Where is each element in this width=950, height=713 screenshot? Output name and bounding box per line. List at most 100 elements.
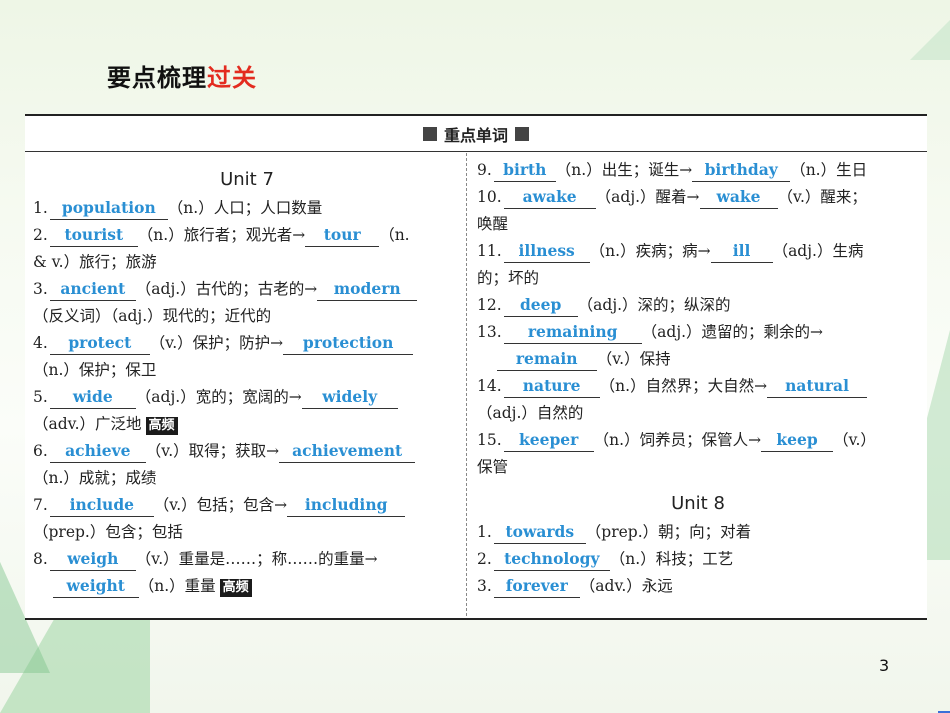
- word-entry-2-continued: & v.）旅行；旅游: [33, 249, 461, 276]
- answer-blank[interactable]: protect: [49, 333, 150, 355]
- entry-number: 13.: [477, 323, 502, 341]
- entry-text: （adj.）醒着→: [595, 188, 700, 206]
- entry-number: 6.: [33, 442, 48, 460]
- entry-number: 15.: [477, 431, 502, 449]
- answer-blank[interactable]: ill: [710, 241, 773, 263]
- unit8-entry-1: 1. towards （prep.）朝；向；对着: [477, 519, 919, 546]
- entry-number: 8.: [33, 550, 48, 568]
- entry-text: （n.）疾病；病→: [589, 242, 711, 260]
- square-bullet-icon: [422, 126, 437, 141]
- entry-text: （adj.）宽的；宽阔的→: [135, 388, 302, 406]
- entry-number: 3.: [33, 280, 48, 298]
- word-entry-13: 13. remaining （adj.）遗留的；剩余的→: [477, 319, 919, 346]
- answer-blank[interactable]: modern: [317, 279, 418, 301]
- entry-text: （n.）旅行者；观光者→: [137, 226, 306, 244]
- answer-blank[interactable]: including: [287, 495, 406, 517]
- word-entry-5-continued: （adv.）广泛地 高频: [33, 411, 461, 438]
- word-entry-12: 12. deep （adj.）深的；纵深的: [477, 292, 919, 319]
- entry-text: （n.: [379, 226, 410, 244]
- entry-text: （n.）人口；人口数量: [167, 199, 323, 217]
- word-entry-3-continued: （反义词）（adj.）现代的；近代的: [33, 303, 461, 330]
- entry-text: （adj.）古代的；古老的→: [135, 280, 318, 298]
- word-entry-8: 8. weigh （v.）重量是……；称……的重量→: [33, 546, 461, 573]
- entry-number: 4.: [33, 334, 48, 352]
- title-black-part: 要点梳理: [107, 64, 207, 92]
- entry-text: （v.）包括；包含→: [153, 496, 288, 514]
- word-entry-4: 4. protect （v.）保护；防护→ protection: [33, 330, 461, 357]
- answer-blank[interactable]: keeper: [503, 430, 594, 452]
- page-title: 要点梳理过关: [107, 58, 257, 93]
- answer-blank[interactable]: natural: [767, 376, 868, 398]
- entry-text: （n.）生日: [790, 161, 868, 179]
- answer-blank[interactable]: achievement: [279, 441, 416, 463]
- entry-number: 7.: [33, 496, 48, 514]
- answer-blank[interactable]: ancient: [49, 279, 136, 301]
- panel-header: 重点单词: [25, 116, 927, 152]
- word-entry-15-continued: 保管: [477, 454, 919, 481]
- answer-blank[interactable]: deep: [503, 295, 578, 317]
- square-bullet-icon: [515, 126, 529, 141]
- entry-text: 唤醒: [477, 215, 509, 233]
- answer-blank[interactable]: wake: [699, 187, 778, 209]
- answer-blank[interactable]: protection: [283, 333, 414, 355]
- answer-blank[interactable]: population: [49, 198, 168, 220]
- answer-blank[interactable]: tourist: [49, 225, 138, 247]
- word-entry-14: 14. nature （n.）自然界；大自然→ natural: [477, 373, 919, 400]
- entry-text: （prep.）朝；向；对着: [585, 523, 752, 541]
- entry-number: 11.: [477, 242, 502, 260]
- answer-blank[interactable]: towards: [493, 522, 586, 544]
- answer-blank[interactable]: achieve: [49, 441, 146, 463]
- answer-blank[interactable]: illness: [503, 241, 590, 263]
- unit8-entry-3: 3. forever （adv.）永远: [477, 573, 919, 600]
- unit-7-title: Unit 7: [220, 169, 274, 190]
- word-entry-1: 1. population （n.）人口；人口数量: [33, 195, 461, 222]
- entry-number: 1.: [33, 199, 48, 217]
- entry-number: 14.: [477, 377, 502, 395]
- column-divider: [466, 153, 467, 616]
- answer-blank[interactable]: weigh: [49, 549, 136, 571]
- word-entry-9: 9. birth （n.）出生；诞生→ birthday （n.）生日: [477, 157, 919, 184]
- entry-text: （n.）科技；工艺: [609, 550, 734, 568]
- answer-blank[interactable]: widely: [301, 387, 398, 409]
- answer-blank[interactable]: weight: [52, 576, 139, 598]
- word-entry-11-continued: 的；坏的: [477, 265, 919, 292]
- answer-blank[interactable]: include: [49, 495, 154, 517]
- answer-blank[interactable]: remaining: [503, 322, 642, 344]
- corner-line: [938, 705, 950, 713]
- word-entry-2: 2. tourist （n.）旅行者；观光者→ tour （n.: [33, 222, 461, 249]
- word-entry-6-continued: （n.）成就；成绩: [33, 465, 461, 492]
- answer-blank[interactable]: keep: [761, 430, 834, 452]
- panel-title: 重点单词: [443, 125, 508, 145]
- word-entry-7-continued: （prep.）包含；包括: [33, 519, 461, 546]
- answer-blank[interactable]: forever: [493, 576, 580, 598]
- answer-blank[interactable]: nature: [503, 376, 600, 398]
- entry-text: （反义词）（adj.）现代的；近代的: [33, 307, 272, 325]
- word-entry-14-continued: （adj.）自然的: [477, 400, 919, 427]
- high-frequency-badge: 高频: [145, 417, 178, 435]
- answer-blank[interactable]: technology: [493, 549, 610, 571]
- entry-number: 10.: [477, 188, 502, 206]
- word-entry-10: 10. awake （adj.）醒着→ wake （v.）醒来；: [477, 184, 919, 211]
- entry-text: （adj.）生病: [772, 242, 864, 260]
- entry-text: 保管: [477, 458, 509, 476]
- answer-blank[interactable]: awake: [503, 187, 596, 209]
- word-entry-8-continued: weight （n.）重量 高频: [33, 573, 461, 600]
- answer-blank[interactable]: birthday: [692, 160, 791, 182]
- answer-blank[interactable]: tour: [305, 225, 380, 247]
- entry-text: （adj.）遗留的；剩余的→: [641, 323, 824, 341]
- word-entry-5: 5. wide （adj.）宽的；宽阔的→ widely: [33, 384, 461, 411]
- entry-number: 12.: [477, 296, 502, 314]
- entry-number: 2.: [477, 550, 492, 568]
- answer-blank[interactable]: wide: [49, 387, 136, 409]
- entry-text: （n.）自然界；大自然→: [599, 377, 768, 395]
- answer-blank[interactable]: birth: [493, 160, 556, 182]
- vocabulary-panel: 重点单词 Unit 7 1. population （n.）人口；人口数量 2. to…: [25, 114, 927, 620]
- answer-blank[interactable]: remain: [496, 349, 597, 371]
- entry-text: （v.）: [833, 431, 876, 449]
- unit8-entry-2: 2. technology （n.）科技；工艺: [477, 546, 919, 573]
- word-entry-13-continued: remain （v.）保持: [477, 346, 919, 373]
- entry-text: （n.）饲养员；保管人→: [593, 431, 762, 449]
- word-entry-6: 6. achieve （v.）取得；获取→ achievement: [33, 438, 461, 465]
- background-triangle: [910, 20, 950, 60]
- word-entry-7: 7. include （v.）包括；包含→ including: [33, 492, 461, 519]
